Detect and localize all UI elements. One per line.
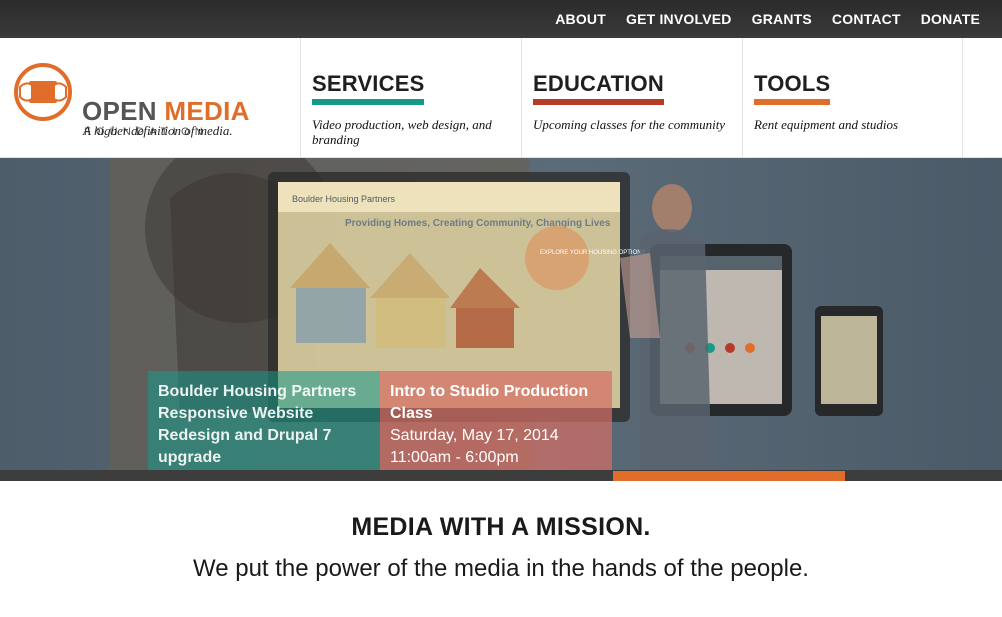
mission-subtitle: We put the power of the media in the han… — [193, 555, 809, 582]
section-tools[interactable]: TOOLS Rent equipment and studios — [742, 38, 963, 158]
screen-callout: EXPLORE YOUR HOUSING OPTIONS — [540, 250, 646, 256]
nav-about-link[interactable]: ABOUT — [555, 11, 606, 27]
section-title-tools[interactable]: TOOLS — [754, 71, 831, 106]
nav-contact-link[interactable]: CONTACT — [832, 11, 901, 27]
slide-tab-housing[interactable]: Boulder Housing Partners Responsive Webs… — [148, 371, 380, 481]
section-title-services[interactable]: SERVICES — [312, 71, 425, 106]
section-desc-tools: Rent equipment and studios — [754, 117, 899, 133]
section-desc-services: Video production, web design, and brandi… — [312, 117, 492, 148]
section-services[interactable]: SERVICES Video production, web design, a… — [300, 38, 521, 158]
screen-brand: Boulder Housing Partners — [292, 194, 396, 204]
logo-wordmark: OPEN MEDIA — [82, 98, 250, 124]
nav-get-involved-link[interactable]: GET INVOLVED — [626, 11, 732, 27]
top-bar: ABOUT GET INVOLVED GRANTS CONTACT DONATE — [0, 0, 1002, 38]
logo-word-open: OPEN — [82, 96, 157, 126]
hero-bottom-bar — [0, 470, 1002, 481]
nav-grants-link[interactable]: GRANTS — [752, 11, 812, 27]
slide-time: 11:00am - 6:00pm — [390, 449, 519, 466]
utility-nav: ABOUT GET INVOLVED GRANTS CONTACT DONATE — [555, 0, 980, 38]
section-education[interactable]: EDUCATION Upcoming classes for the commu… — [521, 38, 742, 158]
slide-title-housing: Boulder Housing Partners Responsive Webs… — [158, 383, 357, 466]
nav-donate-link[interactable]: DONATE — [921, 11, 980, 27]
section-desc-education: Upcoming classes for the community — [533, 117, 726, 133]
site-tagline: A higher definition of media. — [83, 123, 233, 138]
logo-hands-icon — [14, 63, 72, 121]
slide-date: Saturday, May 17, 2014 — [390, 427, 559, 444]
section-title-education[interactable]: EDUCATION — [533, 71, 664, 106]
slide-tab-studio-class[interactable]: Intro to Studio Production Class Saturda… — [380, 371, 612, 481]
main-sections: SERVICES Video production, web design, a… — [300, 38, 963, 158]
slide-tab-third[interactable] — [613, 471, 845, 481]
screen-headline: Providing Homes, Creating Community, Cha… — [345, 218, 611, 229]
logo-word-media: MEDIA — [164, 96, 250, 126]
slide-title-studio: Intro to Studio Production Class — [390, 383, 589, 422]
mission-title: MEDIA WITH A MISSION. — [351, 513, 651, 541]
